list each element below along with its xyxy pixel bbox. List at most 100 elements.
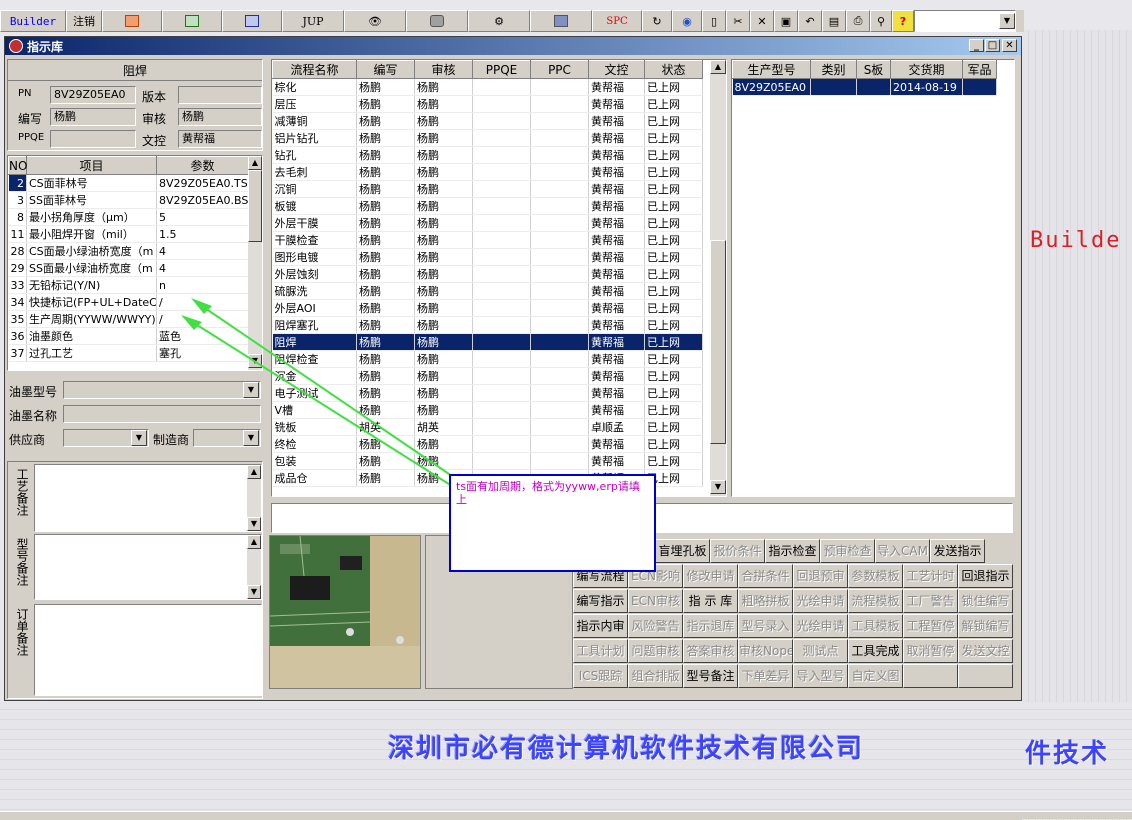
reviewer-field[interactable]: 杨鹏 <box>178 108 262 126</box>
find-icon[interactable]: ⚲ <box>870 10 892 32</box>
flow-row[interactable]: 硫脲洗 杨鹏 杨鹏 黄帮福 已上网 <box>272 282 703 300</box>
maximize-button[interactable]: □ <box>985 39 1000 52</box>
scroll-down-icon[interactable]: ▼ <box>710 480 726 494</box>
function-button[interactable]: 工厂警告 <box>903 589 958 613</box>
undo-icon[interactable]: ↶ <box>798 10 822 32</box>
function-button[interactable]: 审核Nope <box>738 639 793 663</box>
function-button[interactable]: 工具计划 <box>573 639 628 663</box>
function-button[interactable]: 预审检查 <box>820 539 875 563</box>
function-button[interactable]: 锁住编写 <box>958 589 1013 613</box>
minimize-button[interactable]: _ <box>969 39 984 52</box>
flow-row[interactable]: 阻焊塞孔 杨鹏 杨鹏 黄帮福 已上网 <box>272 316 703 334</box>
flow-row[interactable]: 阻焊 杨鹏 杨鹏 黄帮福 已上网 <box>272 333 703 351</box>
function-button[interactable]: 发送指示 <box>930 539 985 563</box>
flow-row[interactable]: 铣板 胡英 胡英 卓顺孟 已上网 <box>272 418 703 436</box>
refresh-icon[interactable]: ↻ <box>642 10 672 32</box>
flow-row[interactable]: 干膜检查 杨鹏 杨鹏 黄帮福 已上网 <box>272 231 703 249</box>
function-button[interactable]: 粗略拼板 <box>738 589 793 613</box>
toolbar-dropdown[interactable]: ▼ <box>914 10 1016 32</box>
param-value[interactable]: 塞孔 <box>156 344 249 362</box>
ink-model-select[interactable]: ▼ <box>63 381 261 399</box>
param-row[interactable]: 3 SS面菲林号 8V29Z05EA0.BS <box>8 191 249 209</box>
function-button[interactable]: 问题审核 <box>628 639 683 663</box>
function-button[interactable]: 指示检查 <box>765 539 820 563</box>
empty-button[interactable] <box>903 664 958 688</box>
word-icon[interactable] <box>222 10 282 32</box>
scroll-thumb[interactable] <box>710 240 726 444</box>
flow-header[interactable]: 文控 <box>588 60 645 79</box>
powerpoint-icon[interactable] <box>102 10 162 32</box>
param-header-item[interactable]: 项目 <box>26 156 157 175</box>
param-value[interactable]: / <box>156 293 249 311</box>
param-row[interactable]: 8 最小拐角厚度（μm） 5 <box>8 208 249 226</box>
function-button[interactable]: 工程暂停 <box>903 614 958 638</box>
function-button[interactable]: 发送文控 <box>958 639 1013 663</box>
function-button[interactable]: 修改申请 <box>683 564 738 588</box>
builder-button[interactable]: Builder <box>0 10 66 32</box>
chevron-down-icon[interactable]: ▼ <box>243 430 259 446</box>
scroll-up-icon[interactable]: ▲ <box>247 535 261 549</box>
scroll-up-icon[interactable]: ▲ <box>248 156 262 170</box>
function-button[interactable]: 回退预审 <box>793 564 848 588</box>
flow-row[interactable]: 棕化 杨鹏 杨鹏 黄帮福 已上网 <box>272 78 703 96</box>
flow-header[interactable]: PPQE <box>472 60 531 79</box>
param-header-no[interactable]: NO <box>8 156 27 175</box>
function-button[interactable]: 型号备注 <box>683 664 738 688</box>
print-icon[interactable]: ⎙ <box>846 10 870 32</box>
function-button[interactable]: 指示内审 <box>573 614 628 638</box>
flow-scrollbar[interactable]: ▲ ▼ <box>710 60 726 496</box>
function-button[interactable]: 指示退库 <box>683 614 738 638</box>
version-field[interactable] <box>178 86 262 104</box>
param-value[interactable]: 8V29Z05EA0.TS <box>156 174 249 192</box>
scroll-down-icon[interactable]: ▼ <box>247 517 261 531</box>
scroll-up-icon[interactable]: ▲ <box>247 465 261 479</box>
chevron-down-icon[interactable]: ▼ <box>243 382 259 398</box>
function-button[interactable]: 工具模板 <box>848 614 903 638</box>
function-button[interactable]: 流程模板 <box>848 589 903 613</box>
function-button[interactable]: 风险警告 <box>628 614 683 638</box>
tools-icon[interactable]: ⚙ <box>468 10 530 32</box>
function-button[interactable]: 参数模板 <box>848 564 903 588</box>
flow-row[interactable]: 减薄铜 杨鹏 杨鹏 黄帮福 已上网 <box>272 112 703 130</box>
flow-header[interactable]: 审核 <box>414 60 473 79</box>
close-button[interactable]: ✕ <box>1002 39 1017 52</box>
function-button[interactable]: 组合排版 <box>628 664 683 688</box>
order-header[interactable]: 类别 <box>810 60 857 79</box>
flow-row[interactable]: 沉金 杨鹏 杨鹏 黄帮福 已上网 <box>272 367 703 385</box>
new-document-icon[interactable]: ▯ <box>702 10 726 32</box>
scroll-down-icon[interactable]: ▼ <box>248 354 262 368</box>
param-header-param[interactable]: 参数 <box>156 156 249 175</box>
empty-button[interactable] <box>958 664 1013 688</box>
function-button[interactable]: 下单差异 <box>738 664 793 688</box>
function-button[interactable]: 答案审核 <box>683 639 738 663</box>
eye-icon[interactable]: 👁 <box>344 10 406 32</box>
flow-row[interactable]: V槽 杨鹏 杨鹏 黄帮福 已上网 <box>272 401 703 419</box>
scroll-thumb[interactable] <box>248 170 262 242</box>
order-header[interactable]: 交货期 <box>890 60 963 79</box>
spc-button[interactable]: SPC <box>592 10 642 32</box>
flow-row[interactable]: 包装 杨鹏 杨鹏 黄帮福 已上网 <box>272 452 703 470</box>
param-row[interactable]: 37 过孔工艺 塞孔 <box>8 344 249 362</box>
ink-name-field[interactable] <box>63 405 261 423</box>
function-button[interactable]: ECN审核 <box>628 589 683 613</box>
function-button[interactable]: 工艺计时 <box>903 564 958 588</box>
wenkong-field[interactable]: 黄帮福 <box>178 130 262 148</box>
flow-row[interactable]: 铝片钻孔 杨鹏 杨鹏 黄帮福 已上网 <box>272 129 703 147</box>
param-value[interactable]: 5 <box>156 208 249 226</box>
function-button[interactable]: 合拼条件 <box>738 564 793 588</box>
order-memo-field[interactable] <box>34 604 262 696</box>
param-value[interactable]: n <box>156 276 249 294</box>
flow-row[interactable]: 去毛刺 杨鹏 杨鹏 黄帮福 已上网 <box>272 163 703 181</box>
process-memo-field[interactable]: ▲ ▼ <box>34 464 262 532</box>
param-row[interactable]: 28 CS面最小绿油桥宽度（m 4 <box>8 242 249 260</box>
flow-row[interactable]: 钻孔 杨鹏 杨鹏 黄帮福 已上网 <box>272 146 703 164</box>
function-button[interactable]: 回退指示 <box>958 564 1013 588</box>
function-button[interactable]: 报价条件 <box>710 539 765 563</box>
pn-field[interactable]: 8V29Z05EA0 <box>50 86 136 104</box>
order-row[interactable]: 8V29Z05EA0 2014-08-19 <box>732 78 997 96</box>
flow-header[interactable]: 流程名称 <box>272 60 357 79</box>
function-button[interactable]: 指 示 库 <box>683 589 738 613</box>
function-button[interactable]: ICS跟踪 <box>573 664 628 688</box>
param-value[interactable]: / <box>156 310 249 328</box>
model-memo-field[interactable]: ▲ ▼ <box>34 534 262 600</box>
